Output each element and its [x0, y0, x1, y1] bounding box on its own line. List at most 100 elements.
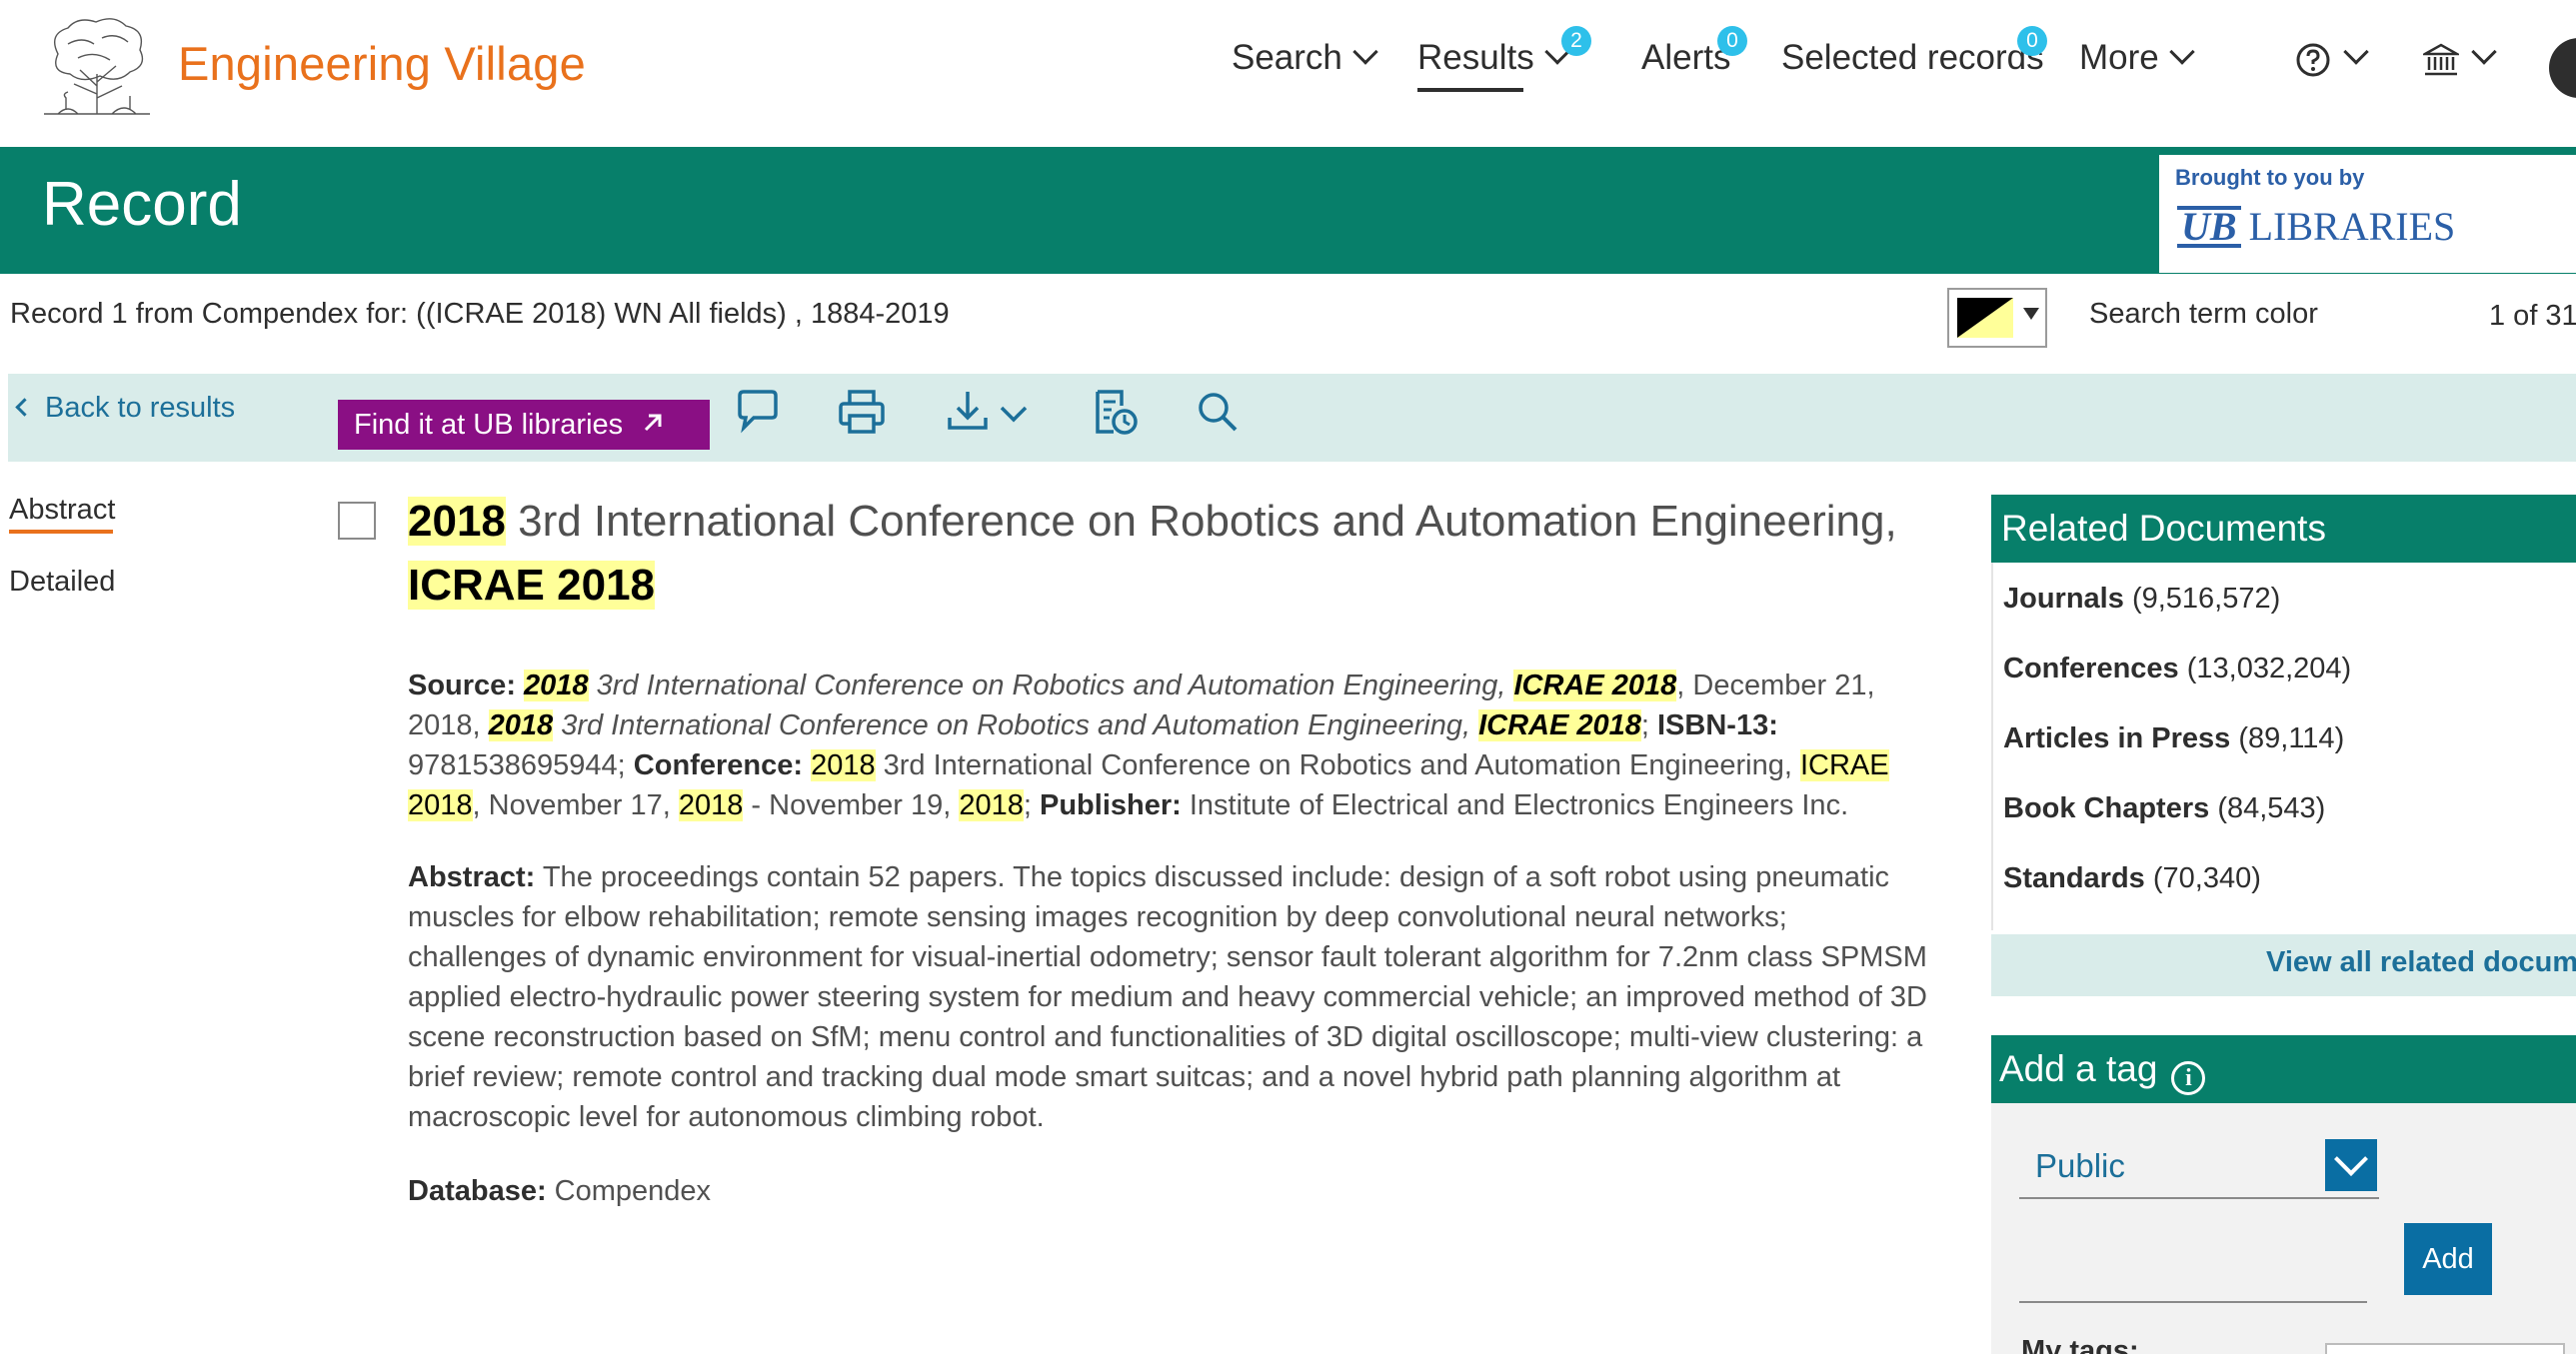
top-header: Engineering Village Search Results 2 Ale… [0, 0, 2576, 147]
nav-results[interactable]: Results 2 [1417, 26, 1591, 92]
brought-to-you-label: Brought to you by [2175, 165, 2365, 190]
related-item-count: (9,516,572) [2131, 583, 2281, 615]
comment-icon[interactable] [734, 388, 782, 438]
search-term-color-picker[interactable] [1947, 288, 2047, 348]
source-label: Source: [408, 670, 516, 701]
record-title[interactable]: 2018 3rd International Conference on Rob… [408, 490, 1947, 618]
download-icon[interactable] [946, 388, 1036, 438]
ub-libraries-logo: UB LIBRARIES [2177, 203, 2455, 250]
abstract-text: The proceedings contain 52 papers. The t… [408, 861, 1927, 1133]
isbn-label: ISBN-13: [1657, 709, 1778, 741]
help-icon [2296, 43, 2330, 77]
related-articles-in-press[interactable]: Articles in Press (89,114) [2003, 722, 2344, 755]
term-highlight: 2018 [959, 789, 1024, 821]
term-highlight: 2018 [811, 749, 876, 781]
related-item-label: Conferences [2003, 653, 2179, 684]
database-value: Compendex [546, 1175, 712, 1207]
view-all-related-link[interactable]: View all related documents [2266, 946, 2576, 979]
my-tags-label: My tags: [2021, 1335, 2139, 1354]
related-item-count: (89,114) [2238, 722, 2345, 754]
record-context: Record 1 from Compendex for: ((ICRAE 201… [10, 298, 950, 330]
add-tag-heading: Add a tag i [1991, 1035, 2576, 1103]
find-it-button[interactable]: Find it at UB libraries [338, 400, 710, 450]
ub-logo-mark: UB [2177, 206, 2241, 248]
print-icon[interactable] [838, 388, 886, 438]
back-to-results-link[interactable]: Back to results [15, 392, 235, 425]
database-block: Database: Compendex [408, 1171, 1927, 1211]
tab-detailed[interactable]: Detailed [9, 566, 115, 599]
search-icon[interactable] [1194, 388, 1242, 438]
external-link-icon [644, 414, 662, 432]
institution-menu[interactable] [2423, 38, 2497, 78]
title-highlight: ICRAE 2018 [408, 561, 656, 610]
history-icon[interactable] [1092, 388, 1140, 438]
chevron-down-icon[interactable] [2325, 1139, 2377, 1191]
related-item-label: Book Chapters [2003, 792, 2210, 824]
related-item-count: (70,340) [2152, 862, 2261, 894]
add-tag-button[interactable]: Add [2404, 1223, 2492, 1295]
related-standards[interactable]: Standards (70,340) [2003, 862, 2261, 895]
related-item-count: (84,543) [2217, 792, 2326, 824]
add-tag-label: Add a tag [1999, 1048, 2158, 1089]
term-highlight: 2018 [488, 709, 554, 741]
dropdown-arrow-icon [2023, 308, 2039, 320]
help-menu[interactable] [2295, 38, 2369, 78]
source-text: 3rd International Conference on Robotics… [588, 670, 1514, 701]
libraries-wordmark: LIBRARIES [2248, 204, 2456, 249]
results-count-badge: 2 [1561, 26, 1591, 56]
related-journals[interactable]: Journals (9,516,572) [2003, 583, 2280, 616]
nav-search[interactable]: Search [1232, 38, 1378, 78]
related-item-count: (13,032,204) [2186, 653, 2352, 684]
tab-abstract[interactable]: Abstract [9, 494, 115, 527]
my-tags-select[interactable] [2325, 1343, 2565, 1354]
publisher-label: Publisher: [1039, 789, 1182, 821]
publisher-value: Institute of Electrical and Electronics … [1181, 789, 1849, 821]
chevron-down-icon [2169, 39, 2195, 65]
tag-name-input[interactable] [2019, 1263, 2367, 1303]
conference-text: - November 19, [743, 789, 960, 821]
abstract-label: Abstract: [408, 861, 536, 893]
conference-text: ; [1023, 789, 1040, 821]
nav-more-label: More [2079, 38, 2159, 77]
related-documents-list: Journals (9,516,572) Conferences (13,032… [1991, 563, 2576, 930]
institution-branding[interactable]: Brought to you by UB LIBRARIES [2159, 155, 2576, 273]
active-tab-underline [9, 530, 113, 534]
related-conferences[interactable]: Conferences (13,032,204) [2003, 653, 2351, 685]
source-text: 3rd International Conference on Robotics… [553, 709, 1479, 741]
record-toolbar: Back to results Find it at UB libraries [8, 374, 2576, 462]
select-record-checkbox[interactable] [338, 502, 376, 540]
record-banner: Record Brought to you by UB LIBRARIES [0, 147, 2576, 274]
nav-selected-label: Selected records [1781, 38, 2044, 77]
term-highlight: 2018 [524, 670, 589, 701]
selected-count-badge: 0 [2017, 26, 2047, 56]
find-it-label: Find it at UB libraries [354, 409, 624, 441]
related-book-chapters[interactable]: Book Chapters (84,543) [2003, 792, 2325, 825]
isbn-value: 9781538695944; [408, 749, 634, 781]
info-icon[interactable]: i [2171, 1061, 2206, 1095]
chevron-down-icon [1352, 39, 1378, 65]
term-highlight: ICRAE 2018 [1478, 709, 1641, 741]
chevron-down-icon [2343, 39, 2369, 65]
color-swatch [1957, 298, 2013, 338]
database-label: Database: [408, 1175, 547, 1207]
nav-alerts[interactable]: Alerts 0 [1641, 26, 1747, 78]
view-all-related-bar: View all related documents [1991, 934, 2576, 996]
record-pager: 1 of 31 [2489, 300, 2576, 332]
source-block: Source: 2018 3rd International Conferenc… [408, 666, 1927, 825]
nav-results-label: Results [1417, 38, 1534, 77]
nav-more[interactable]: More [2079, 38, 2195, 78]
main-nav: Search Results 2 Alerts 0 Selected recor… [0, 26, 2576, 98]
related-item-label: Journals [2003, 583, 2124, 615]
conference-text: , November 17, [472, 789, 679, 821]
title-text: 3rd International Conference on Robotics… [505, 497, 1897, 546]
nav-selected-records[interactable]: Selected records 0 [1781, 26, 2047, 78]
related-item-label: Articles in Press [2003, 722, 2231, 754]
conference-text: 3rd International Conference on Robotics… [875, 749, 1800, 781]
active-nav-underline [1417, 88, 1523, 92]
source-text: ; [1640, 709, 1657, 741]
chevron-down-icon [2471, 39, 2497, 65]
related-documents-heading: Related Documents [1991, 495, 2576, 563]
institution-icon [2423, 43, 2459, 76]
conference-label: Conference: [633, 749, 803, 781]
chevron-left-icon [15, 398, 34, 417]
